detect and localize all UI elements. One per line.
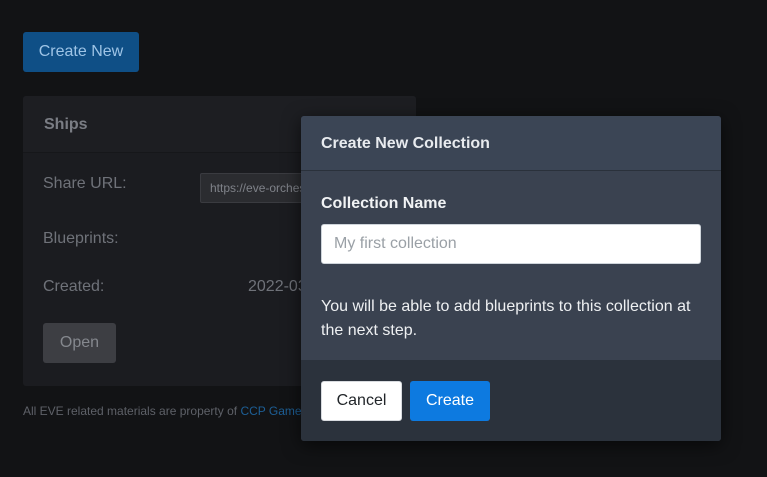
modal-help-text: You will be able to add blueprints to th… <box>321 298 691 339</box>
create-collection-modal: Create New Collection Collection Name Yo… <box>301 116 721 441</box>
modal-body: Collection Name You will be able to add … <box>301 171 721 360</box>
modal-header: Create New Collection <box>301 116 721 171</box>
collection-card-title: Ships <box>44 116 88 133</box>
footer-notice: All EVE related materials are property o… <box>23 404 308 418</box>
collection-name-label: Collection Name <box>321 195 447 212</box>
collection-name-input[interactable] <box>321 224 701 264</box>
create-button[interactable]: Create <box>410 381 490 421</box>
footer-text: All EVE related materials are property o… <box>23 404 241 418</box>
modal-title: Create New Collection <box>321 135 490 152</box>
share-url-label: Share URL: <box>43 175 127 192</box>
created-date: 2022-03 <box>248 278 307 295</box>
created-label: Created: <box>43 278 105 295</box>
footer-ccp-link[interactable]: CCP Games <box>240 404 307 418</box>
open-collection-button[interactable]: Open <box>43 323 116 363</box>
modal-footer: Cancel Create <box>301 360 721 441</box>
cancel-button[interactable]: Cancel <box>321 381 402 421</box>
blueprints-label: Blueprints: <box>43 230 119 247</box>
create-new-button[interactable]: Create New <box>23 32 139 72</box>
